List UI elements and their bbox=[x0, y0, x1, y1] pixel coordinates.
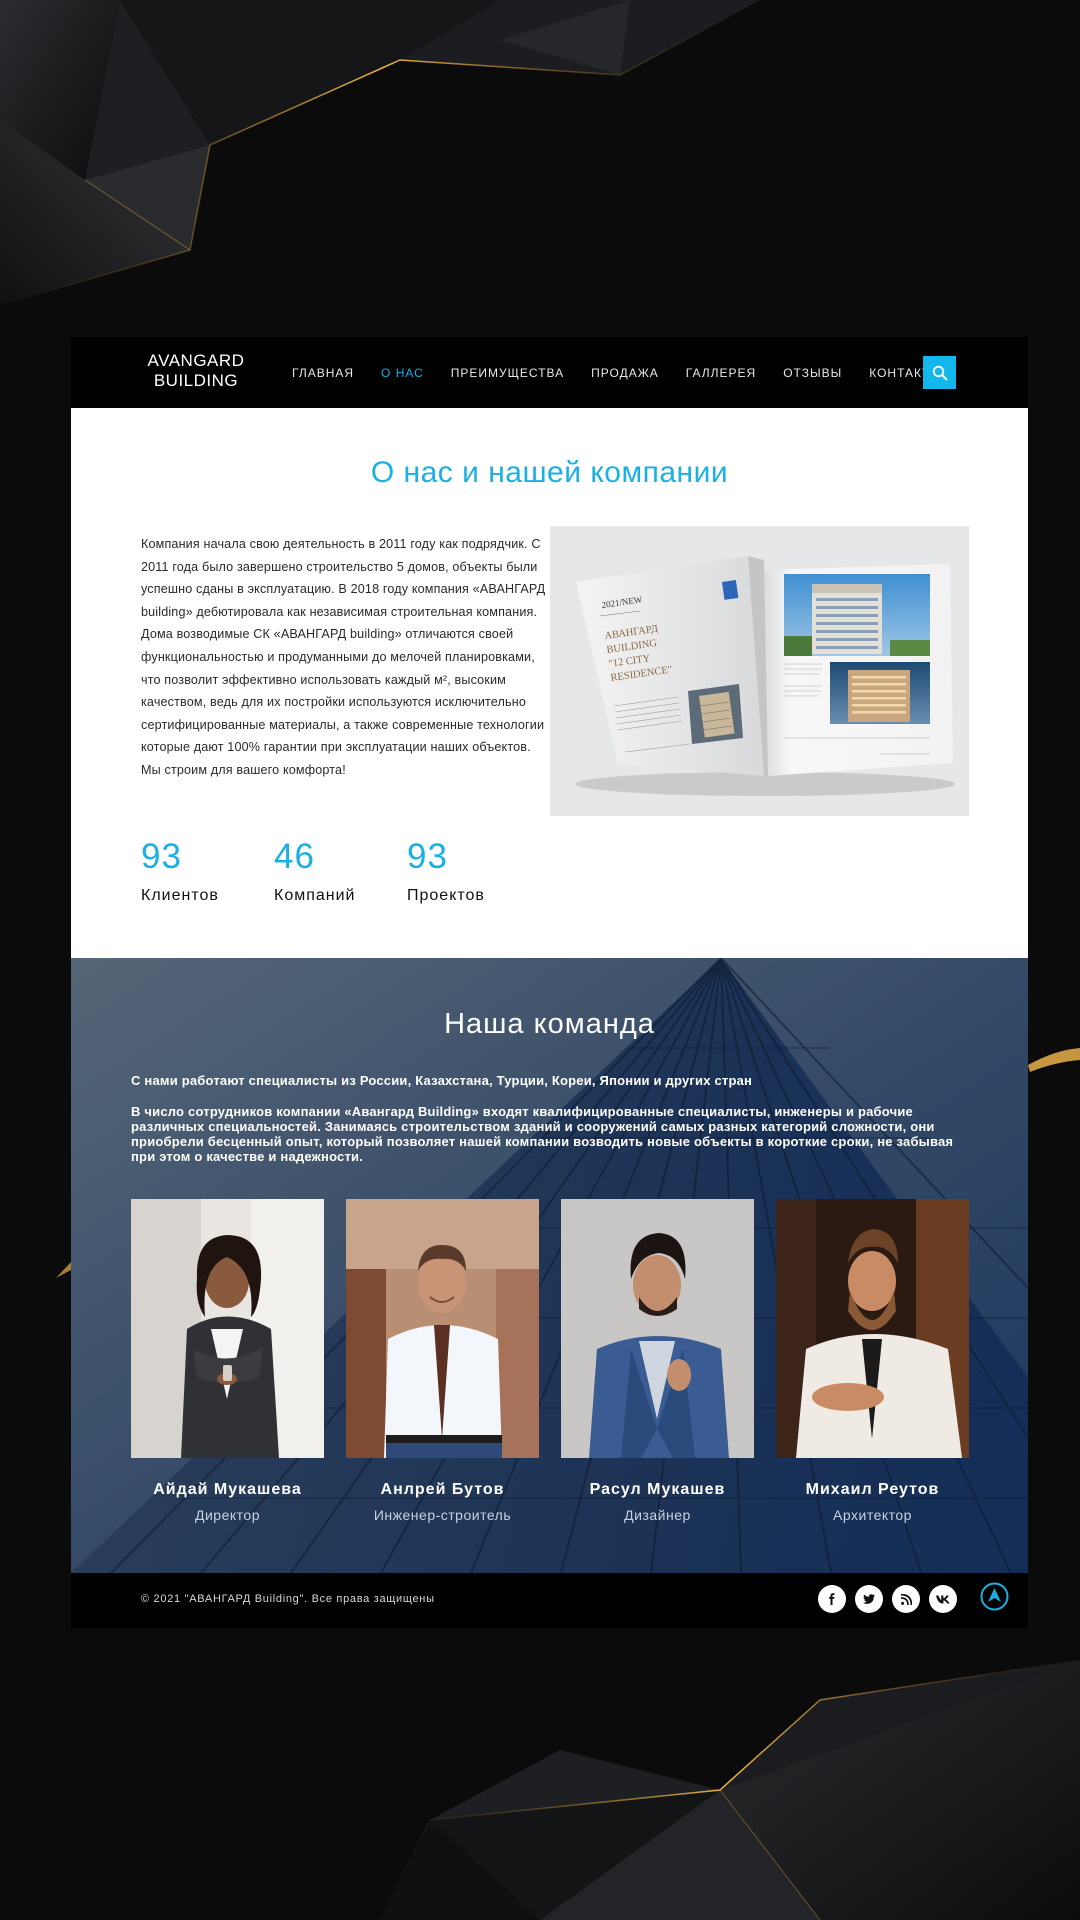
team-description: В число сотрудников компании «Авангард B… bbox=[131, 1104, 954, 1164]
about-section: О нас и нашей компании Компания начала с… bbox=[71, 408, 1028, 958]
team-subtitle: С нами работают специалисты из России, К… bbox=[131, 1073, 753, 1088]
arrow-up-icon bbox=[980, 1582, 1009, 1611]
member-name: Расул Мукашев bbox=[589, 1481, 726, 1498]
member-photo bbox=[346, 1199, 539, 1458]
stat-value: 93 bbox=[407, 837, 448, 876]
stat-value: 93 bbox=[141, 837, 182, 876]
team-member-card[interactable]: Расул Мукашев Дизайнер bbox=[561, 1199, 754, 1523]
rss-link[interactable] bbox=[892, 1585, 920, 1613]
member-photo bbox=[561, 1199, 754, 1458]
stats-row: 93 Клиентов 46 Компаний 93 Проектов bbox=[141, 835, 540, 905]
brand-line-1: AVANGARD bbox=[147, 351, 245, 370]
facebook-icon bbox=[829, 1593, 835, 1605]
twitter-link[interactable] bbox=[855, 1585, 883, 1613]
about-title: О нас и нашей компании bbox=[370, 456, 729, 489]
twitter-icon bbox=[863, 1593, 875, 1604]
vk-link[interactable] bbox=[929, 1585, 957, 1613]
brand-line-2: BUILDING bbox=[153, 371, 239, 390]
stat-label: Проектов bbox=[407, 887, 485, 904]
team-member-card[interactable]: Михаил Реутов Архитектор bbox=[776, 1199, 969, 1523]
vk-icon bbox=[936, 1595, 950, 1603]
stat-clients: 93 Клиентов bbox=[141, 835, 274, 905]
team-member-card[interactable]: Анлрей Бутов Инженер-строитель bbox=[346, 1199, 539, 1523]
facebook-link[interactable] bbox=[818, 1585, 846, 1613]
brochure-image: 2021/NEW АВАНГАРД BUILDING "12 CITY RESI… bbox=[550, 526, 969, 816]
about-text: Компания начала свою деятельность в 2011… bbox=[141, 537, 546, 777]
site-footer: © 2021 "АВАНГАРД Building". Все права за… bbox=[71, 1573, 1028, 1628]
member-name: Анлрей Бутов bbox=[380, 1481, 505, 1498]
brand-logo[interactable]: AVANGARD BUILDING bbox=[141, 351, 251, 391]
social-links bbox=[818, 1585, 966, 1613]
team-section: Наша команда С нами работают специалисты… bbox=[71, 958, 1028, 1573]
page-frame: AVANGARD BUILDING ГЛАВНАЯ О НАС ПРЕИМУЩЕ… bbox=[71, 337, 1028, 1628]
nav-item-gallery[interactable]: ГАЛЛЕРЕЯ bbox=[686, 366, 756, 380]
member-name: Айдай Мукашева bbox=[153, 1481, 302, 1498]
member-role: Архитектор bbox=[833, 1507, 912, 1523]
team-member-card[interactable]: Айдай Мукашева Директор bbox=[131, 1199, 324, 1523]
nav-item-home[interactable]: ГЛАВНАЯ bbox=[292, 366, 354, 380]
stat-label: Клиентов bbox=[141, 887, 219, 904]
nav-item-reviews[interactable]: ОТЗЫВЫ bbox=[783, 366, 842, 380]
team-members: Айдай Мукашева Директор Анлрей Бутов Инж… bbox=[131, 1199, 969, 1523]
member-role: Дизайнер bbox=[624, 1507, 691, 1523]
stat-projects: 93 Проектов bbox=[407, 835, 540, 905]
site-header: AVANGARD BUILDING ГЛАВНАЯ О НАС ПРЕИМУЩЕ… bbox=[71, 337, 1028, 408]
main-nav: ГЛАВНАЯ О НАС ПРЕИМУЩЕСТВА ПРОДАЖА ГАЛЛЕ… bbox=[292, 337, 969, 408]
member-photo bbox=[131, 1199, 324, 1458]
stat-companies: 46 Компаний bbox=[274, 835, 407, 905]
nav-item-advantages[interactable]: ПРЕИМУЩЕСТВА bbox=[451, 366, 564, 380]
search-button[interactable] bbox=[923, 356, 956, 389]
member-role: Директор bbox=[195, 1507, 260, 1523]
stat-label: Компаний bbox=[274, 887, 356, 904]
rss-icon bbox=[900, 1593, 912, 1605]
stat-value: 46 bbox=[274, 837, 315, 876]
nav-item-sales[interactable]: ПРОДАЖА bbox=[591, 366, 659, 380]
copyright-text: © 2021 "АВАНГАРД Building". Все права за… bbox=[141, 1593, 435, 1605]
member-name: Михаил Реутов bbox=[805, 1481, 940, 1498]
member-role: Инженер-строитель bbox=[373, 1507, 512, 1523]
search-icon bbox=[932, 365, 947, 380]
member-photo bbox=[776, 1199, 969, 1458]
team-title: Наша команда bbox=[444, 1008, 655, 1040]
scroll-to-top-button[interactable] bbox=[980, 1582, 1009, 1611]
nav-item-about[interactable]: О НАС bbox=[381, 366, 424, 380]
